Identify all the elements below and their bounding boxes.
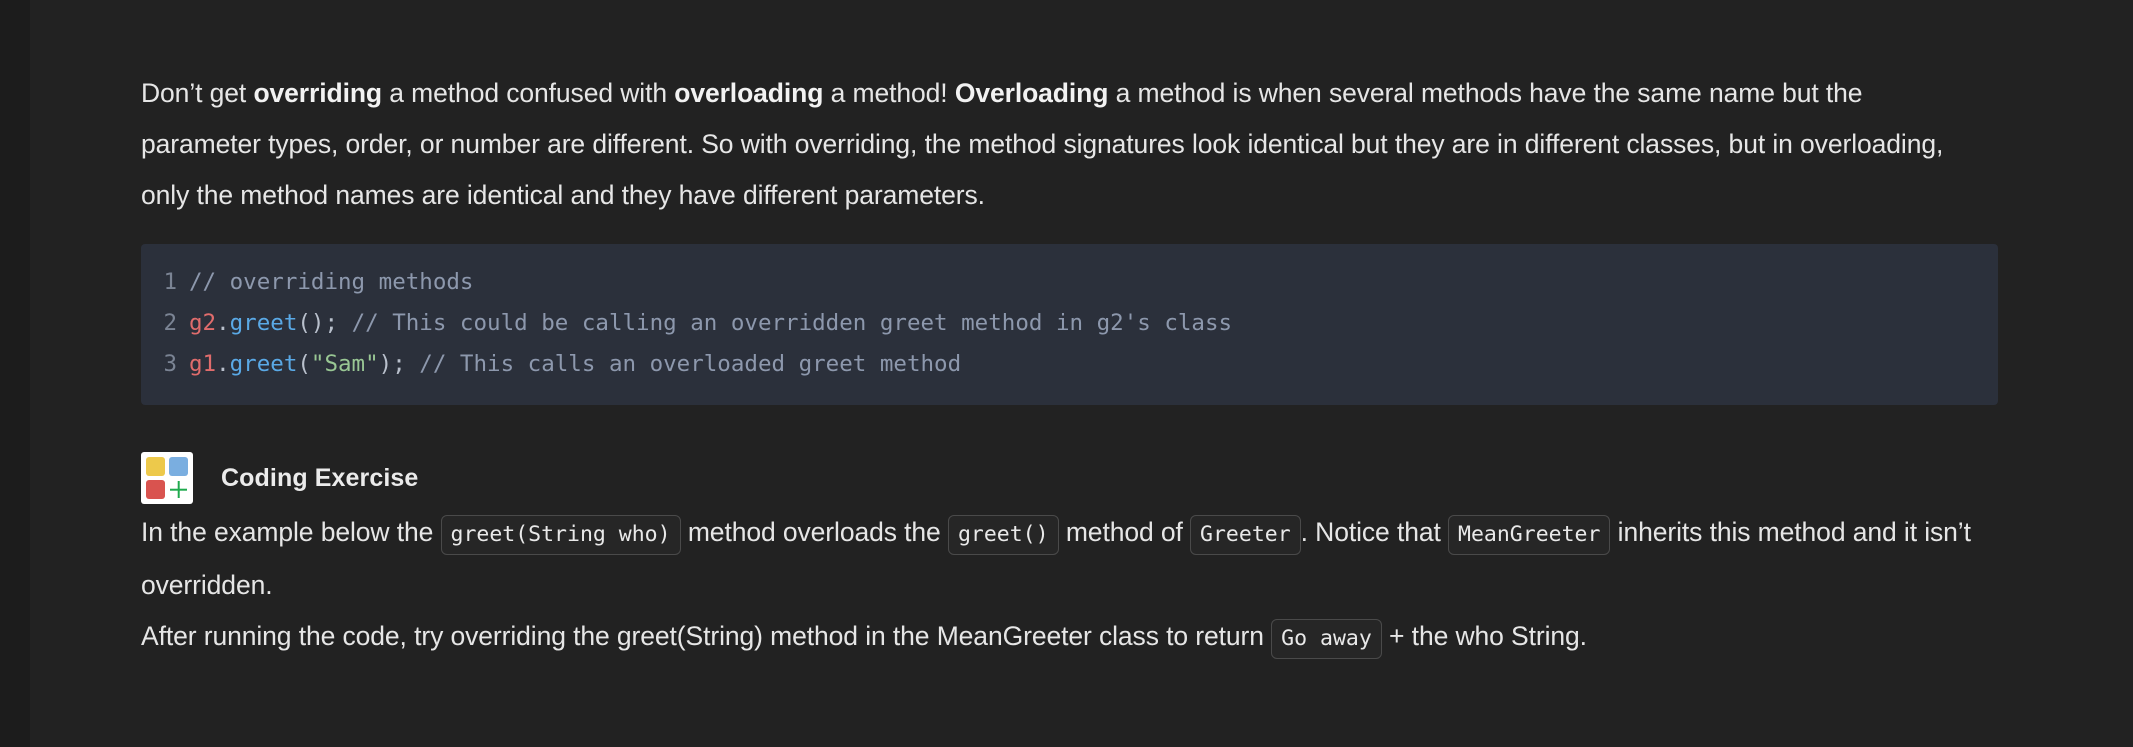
code-token-comment: // This calls an overloaded greet method xyxy=(419,351,962,377)
lesson-page: Don’t get overriding a method confused w… xyxy=(0,0,2133,747)
exercise-instruction-paragraph: After running the code, try overriding t… xyxy=(141,611,1986,664)
intro-bold-overloading-2: Overloading xyxy=(954,78,1109,108)
code-line: 3 g1.greet("Sam"); // This calls an overl… xyxy=(141,344,1998,385)
code-token-var: g1 xyxy=(189,351,217,377)
icon-square-blue xyxy=(169,457,188,476)
lesson-content: Don’t get overriding a method confused w… xyxy=(141,0,2011,664)
desc-text-4: . Notice that xyxy=(1300,517,1449,547)
exercise-description-paragraph: In the example below the greet(String wh… xyxy=(141,507,1986,611)
code-token-str: "Sam" xyxy=(310,351,379,377)
code-token-fn: greet xyxy=(229,310,298,336)
coding-exercise-icon xyxy=(141,452,193,504)
code-block: 1// overriding methods 2 g2.greet(); // Th… xyxy=(141,244,1998,405)
inline-code-greet-string-who: greet(String who) xyxy=(440,515,681,555)
inline-code-greeter: Greeter xyxy=(1190,515,1301,555)
coding-exercise-title: Coding Exercise xyxy=(221,463,419,492)
inline-code-greet: greet() xyxy=(947,515,1059,555)
code-token-punc: (); xyxy=(297,310,352,336)
code-token-var: g2 xyxy=(189,310,217,336)
code-line-number: 2 xyxy=(163,310,177,336)
desc-text-2: method overloads the xyxy=(680,517,948,547)
intro-text-3: a method! xyxy=(823,78,955,108)
inline-code-go-away: Go away xyxy=(1271,619,1382,659)
intro-bold-overriding: overriding xyxy=(253,78,383,108)
code-token-comment: // This could be calling an overridden g… xyxy=(351,310,1233,336)
code-token-comment: // overriding methods xyxy=(189,269,474,295)
coding-exercise-header: Coding Exercise xyxy=(141,449,2011,507)
plus-icon xyxy=(169,480,188,499)
inline-code-meangreeter: MeanGreeter xyxy=(1448,515,1611,555)
icon-square-red xyxy=(146,480,165,499)
instruction-text-2: + the who String. xyxy=(1381,621,1587,651)
code-line: 2 g2.greet(); // This could be calling an… xyxy=(141,303,1998,344)
code-token-fn: greet xyxy=(229,351,298,377)
code-token-punc: . xyxy=(216,351,230,377)
code-line: 1 // overriding methods xyxy=(141,262,1998,303)
desc-text-1: In the example below the xyxy=(141,517,441,547)
intro-bold-overloading: overloading xyxy=(674,78,824,108)
code-token-punc: ( xyxy=(297,351,311,377)
icon-square-yellow xyxy=(146,457,165,476)
intro-text-2: a method confused with xyxy=(382,78,675,108)
intro-text-1: Don’t get xyxy=(141,78,254,108)
desc-text-3: method of xyxy=(1058,517,1191,547)
code-line-number: 3 xyxy=(163,351,177,377)
intro-paragraph: Don’t get overriding a method confused w… xyxy=(141,0,1986,221)
code-token-punc: ); xyxy=(378,351,420,377)
code-token-punc: . xyxy=(216,310,230,336)
code-line-number: 1 xyxy=(163,269,177,295)
instruction-text-1: After running the code, try overriding t… xyxy=(141,621,1272,651)
left-gutter xyxy=(0,0,30,747)
